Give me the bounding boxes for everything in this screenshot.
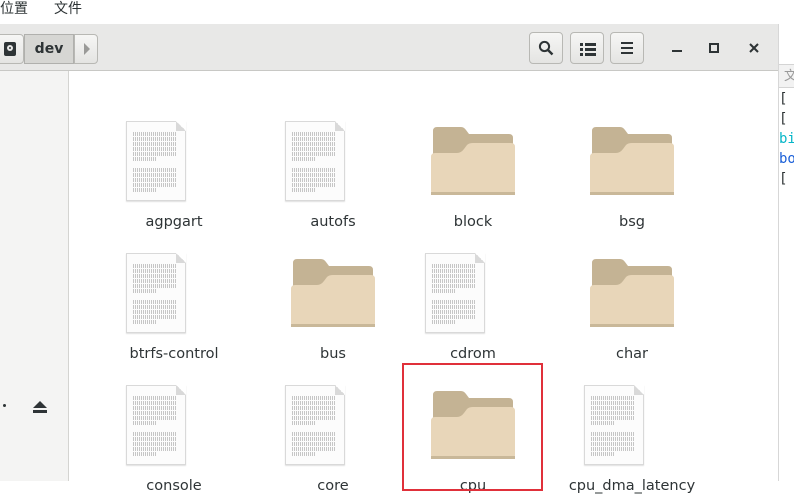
path-history-button[interactable] — [0, 34, 24, 64]
path-crumb-dev[interactable]: dev — [24, 34, 74, 64]
file-name-label: char — [615, 346, 648, 362]
document-icon — [263, 369, 403, 469]
folder-icon — [403, 105, 543, 205]
file-name-label: console — [146, 478, 202, 494]
sidebar-dot-icon — [3, 404, 6, 407]
close-icon — [749, 43, 759, 53]
document-icon — [104, 369, 244, 469]
document-icon — [403, 237, 543, 337]
file-item[interactable]: cdrom — [403, 237, 543, 362]
minimize-icon — [672, 50, 682, 52]
view-list-button[interactable] — [570, 32, 604, 64]
file-manager-window: dev agpgart autofs block bsg btrfs-contr… — [0, 24, 778, 494]
file-item[interactable]: char — [562, 237, 702, 362]
file-item[interactable]: cpu_dma_latency — [562, 369, 702, 494]
file-item[interactable]: bus — [263, 237, 403, 362]
path-forward-button[interactable] — [74, 34, 98, 64]
hamburger-icon — [621, 42, 633, 54]
file-name-label: bsg — [619, 214, 645, 230]
file-name-label: core — [317, 478, 349, 494]
close-button[interactable] — [741, 36, 767, 60]
document-icon — [263, 105, 403, 205]
app-menu-button[interactable] — [610, 32, 644, 64]
search-button[interactable] — [529, 32, 563, 64]
sidebar — [0, 71, 69, 481]
headerbar: dev — [0, 24, 778, 71]
folder-icon — [562, 237, 702, 337]
terminal-tab[interactable]: 文 — [779, 64, 794, 88]
document-icon — [562, 369, 702, 469]
minimize-button[interactable] — [664, 36, 690, 60]
file-name-label: agpgart — [145, 214, 203, 230]
file-item[interactable]: block — [403, 105, 543, 230]
document-icon — [104, 105, 244, 205]
places-menu[interactable]: 位置 — [0, 0, 28, 20]
file-menu[interactable]: 文件 — [54, 0, 82, 20]
document-icon — [104, 237, 244, 337]
terminal-line: [ r — [779, 91, 794, 107]
file-name-label: cdrom — [450, 346, 496, 362]
file-item[interactable]: agpgart — [104, 105, 244, 230]
file-item[interactable]: core — [263, 369, 403, 494]
top-menubar: 位置 文件 — [0, 0, 794, 24]
selection-highlight — [402, 363, 543, 491]
file-item[interactable]: console — [104, 369, 244, 494]
chevron-right-icon — [84, 43, 90, 55]
folder-icon — [562, 105, 702, 205]
file-name-label: btrfs-control — [129, 346, 219, 362]
list-view-icon — [580, 43, 596, 56]
file-item[interactable]: bsg — [562, 105, 702, 230]
search-icon — [538, 40, 554, 56]
maximize-button[interactable] — [701, 36, 727, 60]
path-crumb-label: dev — [34, 41, 64, 57]
maximize-icon — [709, 43, 719, 53]
file-name-label: bus — [320, 346, 346, 362]
file-name-label: block — [453, 214, 493, 230]
terminal-window: 文 [ r [ r bi bo [ r — [778, 24, 794, 481]
terminal-line: [ r — [779, 111, 794, 127]
folder-icon — [263, 237, 403, 337]
terminal-line: bi — [779, 131, 794, 147]
terminal-line: bo — [779, 151, 794, 167]
file-item[interactable]: btrfs-control — [104, 237, 244, 362]
terminal-line: [ r — [779, 171, 794, 187]
file-item[interactable]: autofs — [263, 105, 403, 230]
file-name-label: cpu_dma_latency — [568, 478, 696, 494]
file-name-label: autofs — [310, 214, 356, 230]
eject-icon[interactable] — [32, 400, 48, 414]
disk-icon — [4, 42, 16, 56]
